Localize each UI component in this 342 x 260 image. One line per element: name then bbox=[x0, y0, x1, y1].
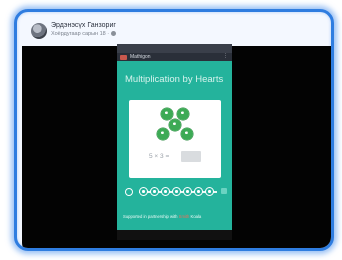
apple-icon bbox=[169, 119, 181, 131]
progress-steps bbox=[125, 187, 229, 203]
footer-prefix: Supported in partnership with bbox=[123, 214, 178, 219]
equation: 5 × 3 = bbox=[149, 153, 170, 160]
app-bar: Mathigon ⋮ bbox=[117, 53, 232, 61]
progress-step bbox=[161, 187, 170, 196]
apple-icon bbox=[181, 128, 193, 140]
question-card: 5 × 3 = bbox=[129, 100, 221, 178]
status-bar bbox=[117, 44, 232, 53]
post-header: Эрдэнэсүх Ганзориг Хоёрдугаар сарын 18 · bbox=[31, 20, 321, 44]
android-nav-bar bbox=[117, 230, 232, 240]
progress-end-marker bbox=[221, 188, 227, 194]
app-name: Mathigon bbox=[130, 54, 151, 60]
footer-link[interactable]: Smith bbox=[179, 214, 190, 219]
post-date: Хоёрдугаар сарын 18 · bbox=[51, 31, 110, 37]
footer-credit: Supported in partnership with Smith Koal… bbox=[123, 214, 201, 219]
avatar[interactable] bbox=[31, 23, 47, 39]
post-author[interactable]: Эрдэнэсүх Ганзориг bbox=[51, 22, 116, 29]
phone-screen-recording: Mathigon ⋮ Multiplication by Hearts 5 × … bbox=[117, 44, 232, 240]
apple-icon bbox=[177, 108, 189, 120]
post-meta: Хоёрдугаар сарын 18 · bbox=[51, 31, 117, 37]
more-icon[interactable]: ⋮ bbox=[223, 53, 228, 59]
game-title: Multiplication by Hearts bbox=[125, 74, 224, 85]
app-logo-icon bbox=[120, 54, 127, 60]
progress-step bbox=[194, 187, 203, 196]
footer-suffix: Koala bbox=[190, 214, 202, 219]
progress-step bbox=[183, 187, 192, 196]
progress-step bbox=[172, 187, 181, 196]
globe-icon bbox=[111, 31, 117, 37]
answer-input[interactable] bbox=[181, 151, 201, 162]
apple-icon bbox=[157, 128, 169, 140]
timer-icon bbox=[125, 188, 133, 198]
apple-icon bbox=[161, 108, 173, 120]
progress-step bbox=[139, 187, 148, 196]
progress-step bbox=[150, 187, 159, 196]
progress-step bbox=[205, 187, 214, 196]
